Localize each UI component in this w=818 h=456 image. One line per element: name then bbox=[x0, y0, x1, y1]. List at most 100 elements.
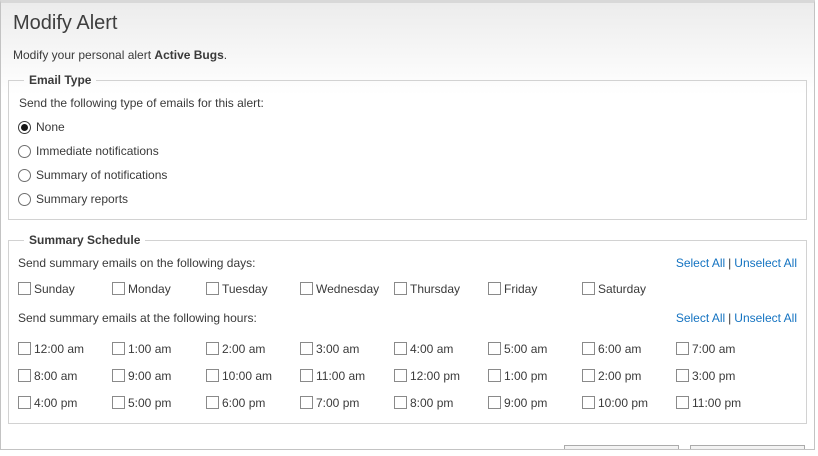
checkbox-icon[interactable] bbox=[488, 342, 501, 355]
hour-label[interactable]: 10:00 am bbox=[222, 369, 272, 383]
checkbox-icon[interactable] bbox=[18, 342, 31, 355]
ok-button[interactable]: OK bbox=[564, 445, 679, 450]
checkbox-icon[interactable] bbox=[300, 342, 313, 355]
checkbox-icon[interactable] bbox=[112, 282, 125, 295]
checkbox-icon[interactable] bbox=[582, 342, 595, 355]
checkbox-icon[interactable] bbox=[206, 369, 219, 382]
hour-checkbox-item[interactable]: 7:00 am bbox=[676, 341, 770, 356]
hour-checkbox-item[interactable]: 9:00 am bbox=[112, 368, 206, 383]
hour-label[interactable]: 10:00 pm bbox=[598, 396, 648, 410]
day-checkbox-item[interactable]: Saturday bbox=[582, 281, 676, 296]
day-label[interactable]: Monday bbox=[128, 282, 171, 296]
checkbox-icon[interactable] bbox=[300, 282, 313, 295]
checkbox-icon[interactable] bbox=[18, 396, 31, 409]
checkbox-icon[interactable] bbox=[676, 342, 689, 355]
hour-label[interactable]: 12:00 am bbox=[34, 342, 84, 356]
radio-option-label[interactable]: Summary of notifications bbox=[36, 168, 167, 182]
hour-checkbox-item[interactable]: 11:00 pm bbox=[676, 395, 770, 410]
hour-checkbox-item[interactable]: 10:00 pm bbox=[582, 395, 676, 410]
day-label[interactable]: Tuesday bbox=[222, 282, 268, 296]
hour-checkbox-item[interactable]: 5:00 am bbox=[488, 341, 582, 356]
hour-checkbox-item[interactable]: 6:00 am bbox=[582, 341, 676, 356]
checkbox-icon[interactable] bbox=[488, 282, 501, 295]
hour-label[interactable]: 1:00 am bbox=[128, 342, 171, 356]
radio-button-icon[interactable] bbox=[18, 121, 31, 134]
hour-checkbox-item[interactable]: 11:00 am bbox=[300, 368, 394, 383]
day-label[interactable]: Saturday bbox=[598, 282, 646, 296]
hour-label[interactable]: 8:00 pm bbox=[410, 396, 453, 410]
checkbox-icon[interactable] bbox=[206, 396, 219, 409]
days-select-all-link[interactable]: Select All bbox=[676, 256, 725, 270]
checkbox-icon[interactable] bbox=[582, 396, 595, 409]
hour-label[interactable]: 3:00 am bbox=[316, 342, 359, 356]
hour-label[interactable]: 1:00 pm bbox=[504, 369, 547, 383]
hour-checkbox-item[interactable]: 5:00 pm bbox=[112, 395, 206, 410]
day-checkbox-item[interactable]: Wednesday bbox=[300, 281, 394, 296]
email-type-option[interactable]: Immediate notifications bbox=[18, 144, 797, 158]
checkbox-icon[interactable] bbox=[112, 369, 125, 382]
hour-label[interactable]: 11:00 am bbox=[316, 369, 365, 383]
checkbox-icon[interactable] bbox=[206, 342, 219, 355]
checkbox-icon[interactable] bbox=[488, 369, 501, 382]
hour-checkbox-item[interactable]: 1:00 am bbox=[112, 341, 206, 356]
checkbox-icon[interactable] bbox=[394, 342, 407, 355]
day-checkbox-item[interactable]: Sunday bbox=[18, 281, 112, 296]
hour-label[interactable]: 5:00 am bbox=[504, 342, 547, 356]
hour-label[interactable]: 7:00 am bbox=[692, 342, 735, 356]
hour-label[interactable]: 2:00 pm bbox=[598, 369, 641, 383]
checkbox-icon[interactable] bbox=[300, 369, 313, 382]
hour-checkbox-item[interactable]: 10:00 am bbox=[206, 368, 300, 383]
hour-label[interactable]: 7:00 pm bbox=[316, 396, 359, 410]
hour-label[interactable]: 3:00 pm bbox=[692, 369, 735, 383]
checkbox-icon[interactable] bbox=[582, 282, 595, 295]
checkbox-icon[interactable] bbox=[112, 342, 125, 355]
hour-checkbox-item[interactable]: 8:00 pm bbox=[394, 395, 488, 410]
radio-option-label[interactable]: Immediate notifications bbox=[36, 144, 159, 158]
hour-label[interactable]: 11:00 pm bbox=[692, 396, 741, 410]
hours-unselect-all-link[interactable]: Unselect All bbox=[734, 311, 797, 325]
day-checkbox-item[interactable]: Tuesday bbox=[206, 281, 300, 296]
hour-checkbox-item[interactable]: 12:00 am bbox=[18, 341, 112, 356]
checkbox-icon[interactable] bbox=[582, 369, 595, 382]
hour-checkbox-item[interactable]: 7:00 pm bbox=[300, 395, 394, 410]
hour-label[interactable]: 4:00 pm bbox=[34, 396, 77, 410]
checkbox-icon[interactable] bbox=[394, 282, 407, 295]
email-type-option[interactable]: Summary reports bbox=[18, 192, 797, 206]
day-checkbox-item[interactable]: Friday bbox=[488, 281, 582, 296]
checkbox-icon[interactable] bbox=[18, 369, 31, 382]
checkbox-icon[interactable] bbox=[676, 396, 689, 409]
hour-checkbox-item[interactable]: 2:00 pm bbox=[582, 368, 676, 383]
hour-checkbox-item[interactable]: 2:00 am bbox=[206, 341, 300, 356]
checkbox-icon[interactable] bbox=[206, 282, 219, 295]
checkbox-icon[interactable] bbox=[394, 369, 407, 382]
checkbox-icon[interactable] bbox=[394, 396, 407, 409]
hour-label[interactable]: 5:00 pm bbox=[128, 396, 171, 410]
day-checkbox-item[interactable]: Thursday bbox=[394, 281, 488, 296]
hour-label[interactable]: 6:00 am bbox=[598, 342, 641, 356]
hour-checkbox-item[interactable]: 6:00 pm bbox=[206, 395, 300, 410]
hour-checkbox-item[interactable]: 4:00 pm bbox=[18, 395, 112, 410]
day-label[interactable]: Friday bbox=[504, 282, 537, 296]
radio-button-icon[interactable] bbox=[18, 169, 31, 182]
checkbox-icon[interactable] bbox=[488, 396, 501, 409]
hour-label[interactable]: 12:00 pm bbox=[410, 369, 460, 383]
hours-select-all-link[interactable]: Select All bbox=[676, 311, 725, 325]
hour-label[interactable]: 9:00 pm bbox=[504, 396, 547, 410]
checkbox-icon[interactable] bbox=[676, 369, 689, 382]
hour-checkbox-item[interactable]: 8:00 am bbox=[18, 368, 112, 383]
radio-option-label[interactable]: None bbox=[36, 120, 65, 134]
email-type-option[interactable]: None bbox=[18, 120, 797, 134]
day-label[interactable]: Thursday bbox=[410, 282, 460, 296]
hour-checkbox-item[interactable]: 12:00 pm bbox=[394, 368, 488, 383]
hour-label[interactable]: 2:00 am bbox=[222, 342, 265, 356]
day-label[interactable]: Sunday bbox=[34, 282, 75, 296]
day-checkbox-item[interactable]: Monday bbox=[112, 281, 206, 296]
hour-label[interactable]: 9:00 am bbox=[128, 369, 171, 383]
hour-checkbox-item[interactable]: 3:00 pm bbox=[676, 368, 770, 383]
checkbox-icon[interactable] bbox=[18, 282, 31, 295]
email-type-option[interactable]: Summary of notifications bbox=[18, 168, 797, 182]
hour-checkbox-item[interactable]: 3:00 am bbox=[300, 341, 394, 356]
checkbox-icon[interactable] bbox=[300, 396, 313, 409]
checkbox-icon[interactable] bbox=[112, 396, 125, 409]
hour-label[interactable]: 8:00 am bbox=[34, 369, 77, 383]
